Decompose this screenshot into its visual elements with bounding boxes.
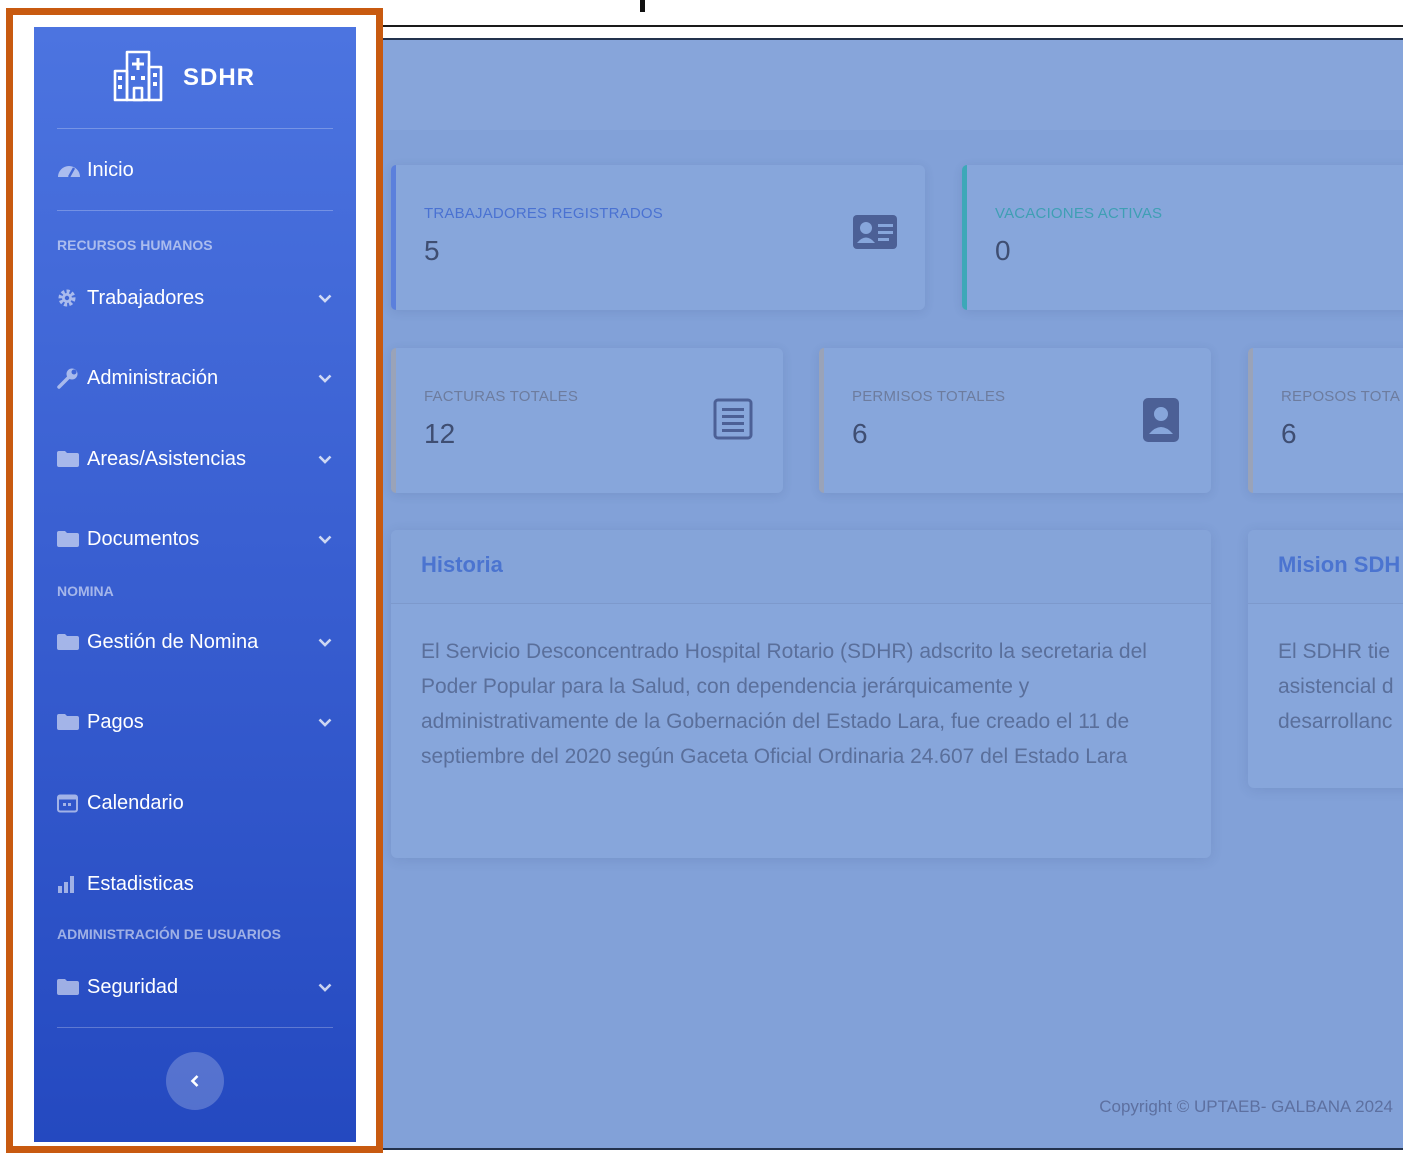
panel-title: Mision SDH xyxy=(1248,530,1403,604)
sidebar-item-gestion-nomina[interactable]: Gestión de Nomina xyxy=(57,627,333,657)
panel-line: El SDHR tie xyxy=(1278,640,1391,663)
panel-line: desarrollanc xyxy=(1278,710,1393,733)
folder-icon xyxy=(57,634,87,650)
stat-card-invoices: FACTURAS TOTALES 12 xyxy=(391,348,783,493)
brand-name: SDHR xyxy=(183,64,256,91)
folder-icon xyxy=(57,714,87,730)
sidebar-divider xyxy=(57,210,333,211)
chevron-down-icon xyxy=(317,374,333,383)
sidebar: SDHR Inicio RECURSOS HUMANOS Trabajadore… xyxy=(34,27,356,1142)
sidebar-item-pagos[interactable]: Pagos xyxy=(57,707,333,737)
bar-chart-icon xyxy=(57,874,87,894)
stat-value: 6 xyxy=(1281,418,1297,449)
receipt-icon xyxy=(713,398,753,440)
topbar xyxy=(383,40,1403,130)
card-accent xyxy=(391,348,396,493)
sidebar-item-label: Calendario xyxy=(87,791,184,814)
sidebar-item-documentos[interactable]: Documentos xyxy=(57,524,333,554)
chevron-left-icon xyxy=(190,1075,199,1087)
folder-icon xyxy=(57,531,87,547)
sidebar-item-label: Gestión de Nomina xyxy=(87,630,259,653)
panel-body: El Servicio Desconcentrado Hospital Rota… xyxy=(421,640,1147,768)
stat-label: FACTURAS TOTALES xyxy=(424,388,579,405)
historia-panel: Historia El Servicio Desconcentrado Hosp… xyxy=(391,530,1211,858)
stat-value: 0 xyxy=(995,235,1011,266)
chevron-down-icon xyxy=(317,718,333,727)
sidebar-item-calendario[interactable]: Calendario xyxy=(57,788,333,818)
cog-icon xyxy=(57,288,87,308)
panel-line: asistencial d xyxy=(1278,675,1394,698)
tachometer-icon xyxy=(57,162,87,178)
stat-label: TRABAJADORES REGISTRADOS xyxy=(424,205,664,222)
stat-label: PERMISOS TOTALES xyxy=(852,388,1006,405)
main-content: TRABAJADORES REGISTRADOS 5 VACACIONES AC… xyxy=(383,38,1403,1150)
sidebar-item-seguridad[interactable]: Seguridad xyxy=(57,972,333,1002)
stat-value: 6 xyxy=(852,418,868,449)
sidebar-item-inicio[interactable]: Inicio xyxy=(57,155,333,185)
panel-title: Historia xyxy=(391,530,1211,604)
sidebar-heading: NOMINA xyxy=(57,583,114,599)
chevron-down-icon xyxy=(317,294,333,303)
footer-copyright: Copyright © UPTAEB- GALBANA 2024 xyxy=(1099,1097,1393,1116)
folder-icon xyxy=(57,979,87,995)
sidebar-item-label: Areas/Asistencias xyxy=(87,447,246,470)
sidebar-item-label: Pagos xyxy=(87,710,144,733)
header-rule xyxy=(383,25,1403,27)
sidebar-item-label: Estadisticas xyxy=(87,872,194,895)
sidebar-item-estadisticas[interactable]: Estadisticas xyxy=(57,869,333,899)
sidebar-heading: ADMINISTRACIÓN DE USUARIOS xyxy=(57,926,282,942)
chevron-down-icon xyxy=(317,535,333,544)
stat-value: 12 xyxy=(424,418,456,449)
sidebar-item-label: Trabajadores xyxy=(87,286,205,309)
stat-card-rests: REPOSOS TOTA 6 xyxy=(1248,348,1403,493)
panel-body: El SDHR tie asistencial d desarrollanc xyxy=(1248,604,1403,739)
header-glyph-fragment xyxy=(640,0,645,12)
card-accent xyxy=(962,165,967,310)
stat-value: 5 xyxy=(424,235,440,266)
sidebar-item-label: Inicio xyxy=(87,158,134,181)
sidebar-item-label: Seguridad xyxy=(87,975,179,998)
sidebar-toggle-button[interactable] xyxy=(166,1052,224,1110)
chevron-down-icon xyxy=(317,638,333,647)
wrench-icon xyxy=(57,367,87,389)
stat-label: VACACIONES ACTIVAS xyxy=(995,205,1163,222)
stat-card-workers: TRABAJADORES REGISTRADOS 5 xyxy=(391,165,925,310)
calendar-icon xyxy=(57,793,87,813)
stat-card-permits: PERMISOS TOTALES 6 xyxy=(819,348,1211,493)
user-badge-icon xyxy=(1143,398,1179,442)
stat-label: REPOSOS TOTA xyxy=(1281,388,1401,405)
sidebar-item-trabajadores[interactable]: Trabajadores xyxy=(57,283,333,313)
card-accent xyxy=(1248,348,1253,493)
stat-card-vacations: VACACIONES ACTIVAS 0 xyxy=(962,165,1403,310)
sidebar-item-areas[interactable]: Areas/Asistencias xyxy=(57,444,333,474)
chevron-down-icon xyxy=(317,983,333,992)
sidebar-item-administracion[interactable]: Administración xyxy=(57,363,333,393)
hospital-icon xyxy=(113,50,163,102)
chevron-down-icon xyxy=(317,455,333,464)
sidebar-divider xyxy=(57,128,333,129)
sidebar-item-label: Documentos xyxy=(87,527,200,550)
sidebar-heading: RECURSOS HUMANOS xyxy=(57,237,213,253)
id-card-icon xyxy=(853,215,897,249)
sidebar-item-label: Administración xyxy=(87,366,219,389)
folder-icon xyxy=(57,451,87,467)
card-accent xyxy=(819,348,824,493)
sidebar-brand[interactable]: SDHR xyxy=(34,27,356,129)
card-accent xyxy=(391,165,396,310)
mision-panel: Mision SDH El SDHR tie asistencial d des… xyxy=(1248,530,1403,788)
sidebar-divider xyxy=(57,1027,333,1028)
